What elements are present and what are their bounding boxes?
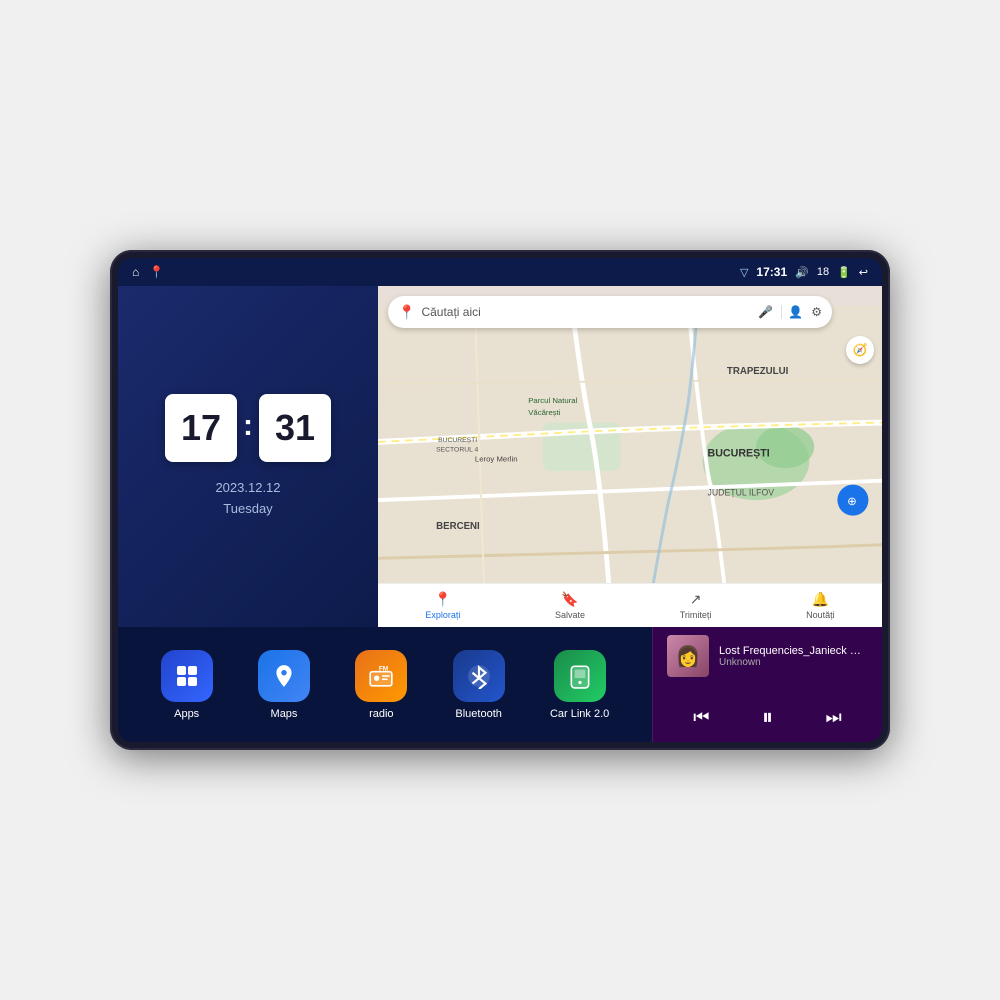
map-search-icons: 🎤 👤 ⚙ [758, 305, 822, 319]
clock-colon: : [243, 409, 253, 443]
map-nav-news[interactable]: 🔔 Noutăți [806, 591, 835, 620]
music-info: 👩 Lost Frequencies_Janieck Devy-... Unkn… [667, 635, 868, 677]
app-carlink[interactable]: Car Link 2.0 [550, 650, 609, 720]
apps-label: Apps [174, 708, 199, 720]
maps-label: Maps [271, 708, 298, 720]
top-section: 17 : 31 2023.12.12 Tuesday [118, 286, 882, 627]
status-right: ▽ 17:31 🔊 18 🔋 ↩ [740, 265, 868, 279]
app-maps[interactable]: Maps [258, 650, 310, 720]
music-artist: Unknown [719, 657, 868, 668]
search-placeholder: Căutați aici [421, 305, 480, 319]
maps-shortcut-icon[interactable]: 📍 [149, 265, 164, 279]
battery-icon: 🔋 [837, 266, 851, 279]
svg-text:FM: FM [379, 665, 388, 672]
apps-bar: Apps Maps [118, 627, 652, 742]
device: ⌂ 📍 ▽ 17:31 🔊 18 🔋 ↩ 17 : [110, 250, 890, 750]
svg-text:BUCUREȘTI: BUCUREȘTI [438, 437, 477, 444]
map-nav-explore[interactable]: 📍 Explorați [425, 591, 460, 620]
maps-icon [258, 650, 310, 702]
volume-icon: 🔊 [795, 266, 809, 279]
svg-text:SECTORUL 4: SECTORUL 4 [436, 447, 478, 454]
gps-signal-icon: ▽ [740, 266, 748, 279]
clock-panel: 17 : 31 2023.12.12 Tuesday [118, 286, 378, 627]
map-side-controls: 🧭 [846, 336, 874, 364]
svg-text:TRAPEZULUI: TRAPEZULUI [727, 366, 789, 377]
main-area: 17 : 31 2023.12.12 Tuesday [118, 286, 882, 742]
music-title: Lost Frequencies_Janieck Devy-... [719, 645, 868, 657]
app-apps[interactable]: Apps [161, 650, 213, 720]
svg-text:⊕: ⊕ [847, 495, 857, 508]
battery-value: 18 [817, 266, 829, 278]
next-button[interactable]: ⏭ [818, 703, 850, 732]
music-player: 👩 Lost Frequencies_Janieck Devy-... Unkn… [652, 627, 882, 742]
carlink-icon [554, 650, 606, 702]
clock-date: 2023.12.12 Tuesday [215, 478, 280, 520]
bluetooth-label: Bluetooth [455, 708, 501, 720]
clock-display: 17 : 31 [165, 394, 331, 462]
app-radio[interactable]: FM radio [355, 650, 407, 720]
status-left: ⌂ 📍 [132, 265, 164, 279]
svg-text:Parcul Natural: Parcul Natural [528, 396, 577, 405]
time-display: 17:31 [756, 265, 787, 279]
map-nav-saved[interactable]: 🔖 Salvate [555, 591, 585, 620]
bottom-section: Apps Maps [118, 627, 882, 742]
map-nav-send[interactable]: ↗ Trimiteți [680, 591, 712, 620]
svg-text:BERCENI: BERCENI [436, 521, 480, 532]
prev-button[interactable]: ⏮ [685, 703, 717, 732]
map-compass-btn[interactable]: 🧭 [846, 336, 874, 364]
map-search-bar[interactable]: 📍 Căutați aici 🎤 👤 ⚙ [388, 296, 832, 328]
clock-hour: 17 [165, 394, 237, 462]
map-bottom-bar: 📍 Explorați 🔖 Salvate ↗ Trimiteți 🔔 [378, 583, 882, 627]
bluetooth-icon [453, 650, 505, 702]
music-text: Lost Frequencies_Janieck Devy-... Unknow… [719, 645, 868, 668]
map-svg: TRAPEZULUI BUCUREȘTI JUDEȚUL ILFOV BERCE… [378, 286, 882, 627]
music-thumbnail: 👩 [667, 635, 709, 677]
svg-text:Leroy Merlin: Leroy Merlin [475, 454, 518, 463]
radio-icon: FM [355, 650, 407, 702]
radio-label: radio [369, 708, 393, 720]
apps-icon [161, 650, 213, 702]
app-bluetooth[interactable]: Bluetooth [453, 650, 505, 720]
device-screen: ⌂ 📍 ▽ 17:31 🔊 18 🔋 ↩ 17 : [118, 258, 882, 742]
back-button[interactable]: ↩ [859, 266, 868, 279]
svg-text:BUCUREȘTI: BUCUREȘTI [708, 448, 770, 460]
play-pause-button[interactable]: ⏸ [754, 700, 781, 734]
status-bar: ⌂ 📍 ▽ 17:31 🔊 18 🔋 ↩ [118, 258, 882, 286]
map-panel[interactable]: TRAPEZULUI BUCUREȘTI JUDEȚUL ILFOV BERCE… [378, 286, 882, 627]
home-icon[interactable]: ⌂ [132, 265, 139, 279]
clock-minute: 31 [259, 394, 331, 462]
carlink-label: Car Link 2.0 [550, 708, 609, 720]
music-controls: ⏮ ⏸ ⏭ [667, 700, 868, 734]
svg-text:JUDEȚUL ILFOV: JUDEȚUL ILFOV [708, 487, 775, 497]
svg-text:Văcărești: Văcărești [528, 408, 561, 417]
